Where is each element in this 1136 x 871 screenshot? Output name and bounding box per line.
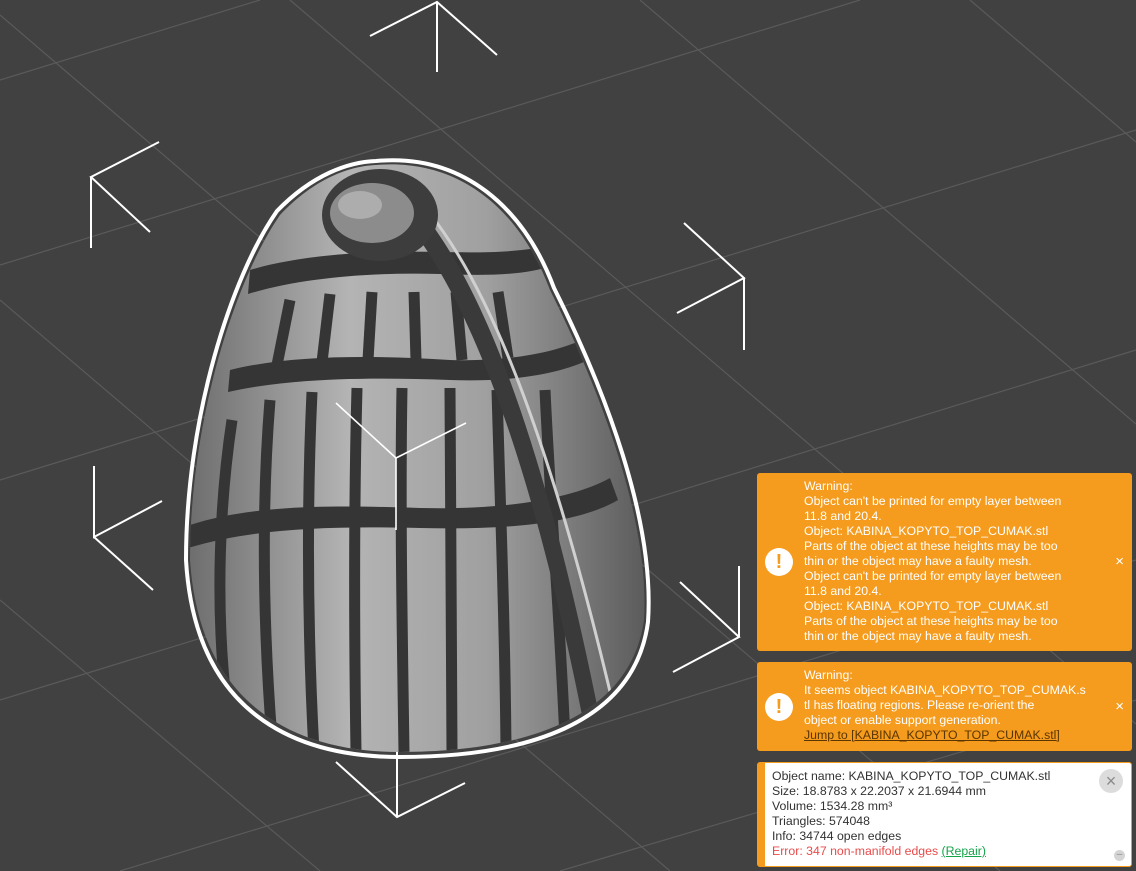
object-error: Error: 347 non-manifold edges — [772, 844, 939, 858]
collapse-icon[interactable]: – — [1114, 850, 1125, 861]
warning-title: Warning: — [804, 668, 853, 682]
object-error-line: Error: 347 non-manifold edges (Repair) — [772, 844, 1050, 859]
object-info-text: Object name: KABINA_KOPYTO_TOP_CUMAK.stl… — [772, 769, 1050, 859]
warning-line: It seems object KABINA_KOPYTO_TOP_CUMAK.… — [804, 683, 1086, 697]
warning-line: 11.8 and 20.4. — [804, 509, 882, 523]
warning-line: Object: KABINA_KOPYTO_TOP_CUMAK.stl — [804, 599, 1049, 613]
warning-text: Warning: Object can't be printed for empt… — [804, 479, 1102, 644]
warning-floating-regions: ! Warning: It seems object KABINA_KOPYTO_… — [757, 662, 1132, 751]
model-kabina-kopyto[interactable] — [183, 158, 651, 760]
warning-line: thin or the object may have a faulty mes… — [804, 554, 1032, 568]
warning-line: thin or the object may have a faulty mes… — [804, 629, 1032, 643]
warning-icon: ! — [765, 548, 793, 576]
warning-line: Object: KABINA_KOPYTO_TOP_CUMAK.stl — [804, 524, 1049, 538]
warning-line: tl has floating regions. Please re-orien… — [804, 698, 1035, 712]
warning-line: Object can't be printed for empty layer … — [804, 569, 1062, 583]
jump-to-object-link[interactable]: Jump to [KABINA_KOPYTO_TOP_CUMAK.stl] — [804, 728, 1060, 743]
warning-text: Warning: It seems object KABINA_KOPYTO_TO… — [804, 668, 1102, 743]
object-info-edges: Info: 34744 open edges — [772, 829, 902, 843]
warning-icon: ! — [765, 692, 793, 721]
close-icon[interactable]: × — [1099, 769, 1123, 793]
warning-line: object or enable support generation. — [804, 713, 1001, 727]
warning-line: 11.8 and 20.4. — [804, 584, 882, 598]
close-icon[interactable]: × — [1115, 698, 1124, 715]
warning-title: Warning: — [804, 479, 853, 493]
object-triangles: Triangles: 574048 — [772, 814, 870, 828]
repair-link[interactable]: (Repair) — [942, 844, 986, 858]
warning-line: Parts of the object at these heights may… — [804, 614, 1058, 628]
object-volume: Volume: 1534.28 mm³ — [772, 799, 893, 813]
close-icon[interactable]: × — [1115, 554, 1124, 570]
object-info-panel: Object name: KABINA_KOPYTO_TOP_CUMAK.stl… — [757, 762, 1132, 867]
object-size: Size: 18.8783 x 22.2037 x 21.6944 mm — [772, 784, 986, 798]
object-name: Object name: KABINA_KOPYTO_TOP_CUMAK.stl — [772, 769, 1051, 783]
warning-line: Parts of the object at these heights may… — [804, 539, 1058, 553]
warning-line: Object can't be printed for empty layer … — [804, 494, 1062, 508]
warning-empty-layer: ! Warning: Object can't be printed for em… — [757, 473, 1132, 651]
